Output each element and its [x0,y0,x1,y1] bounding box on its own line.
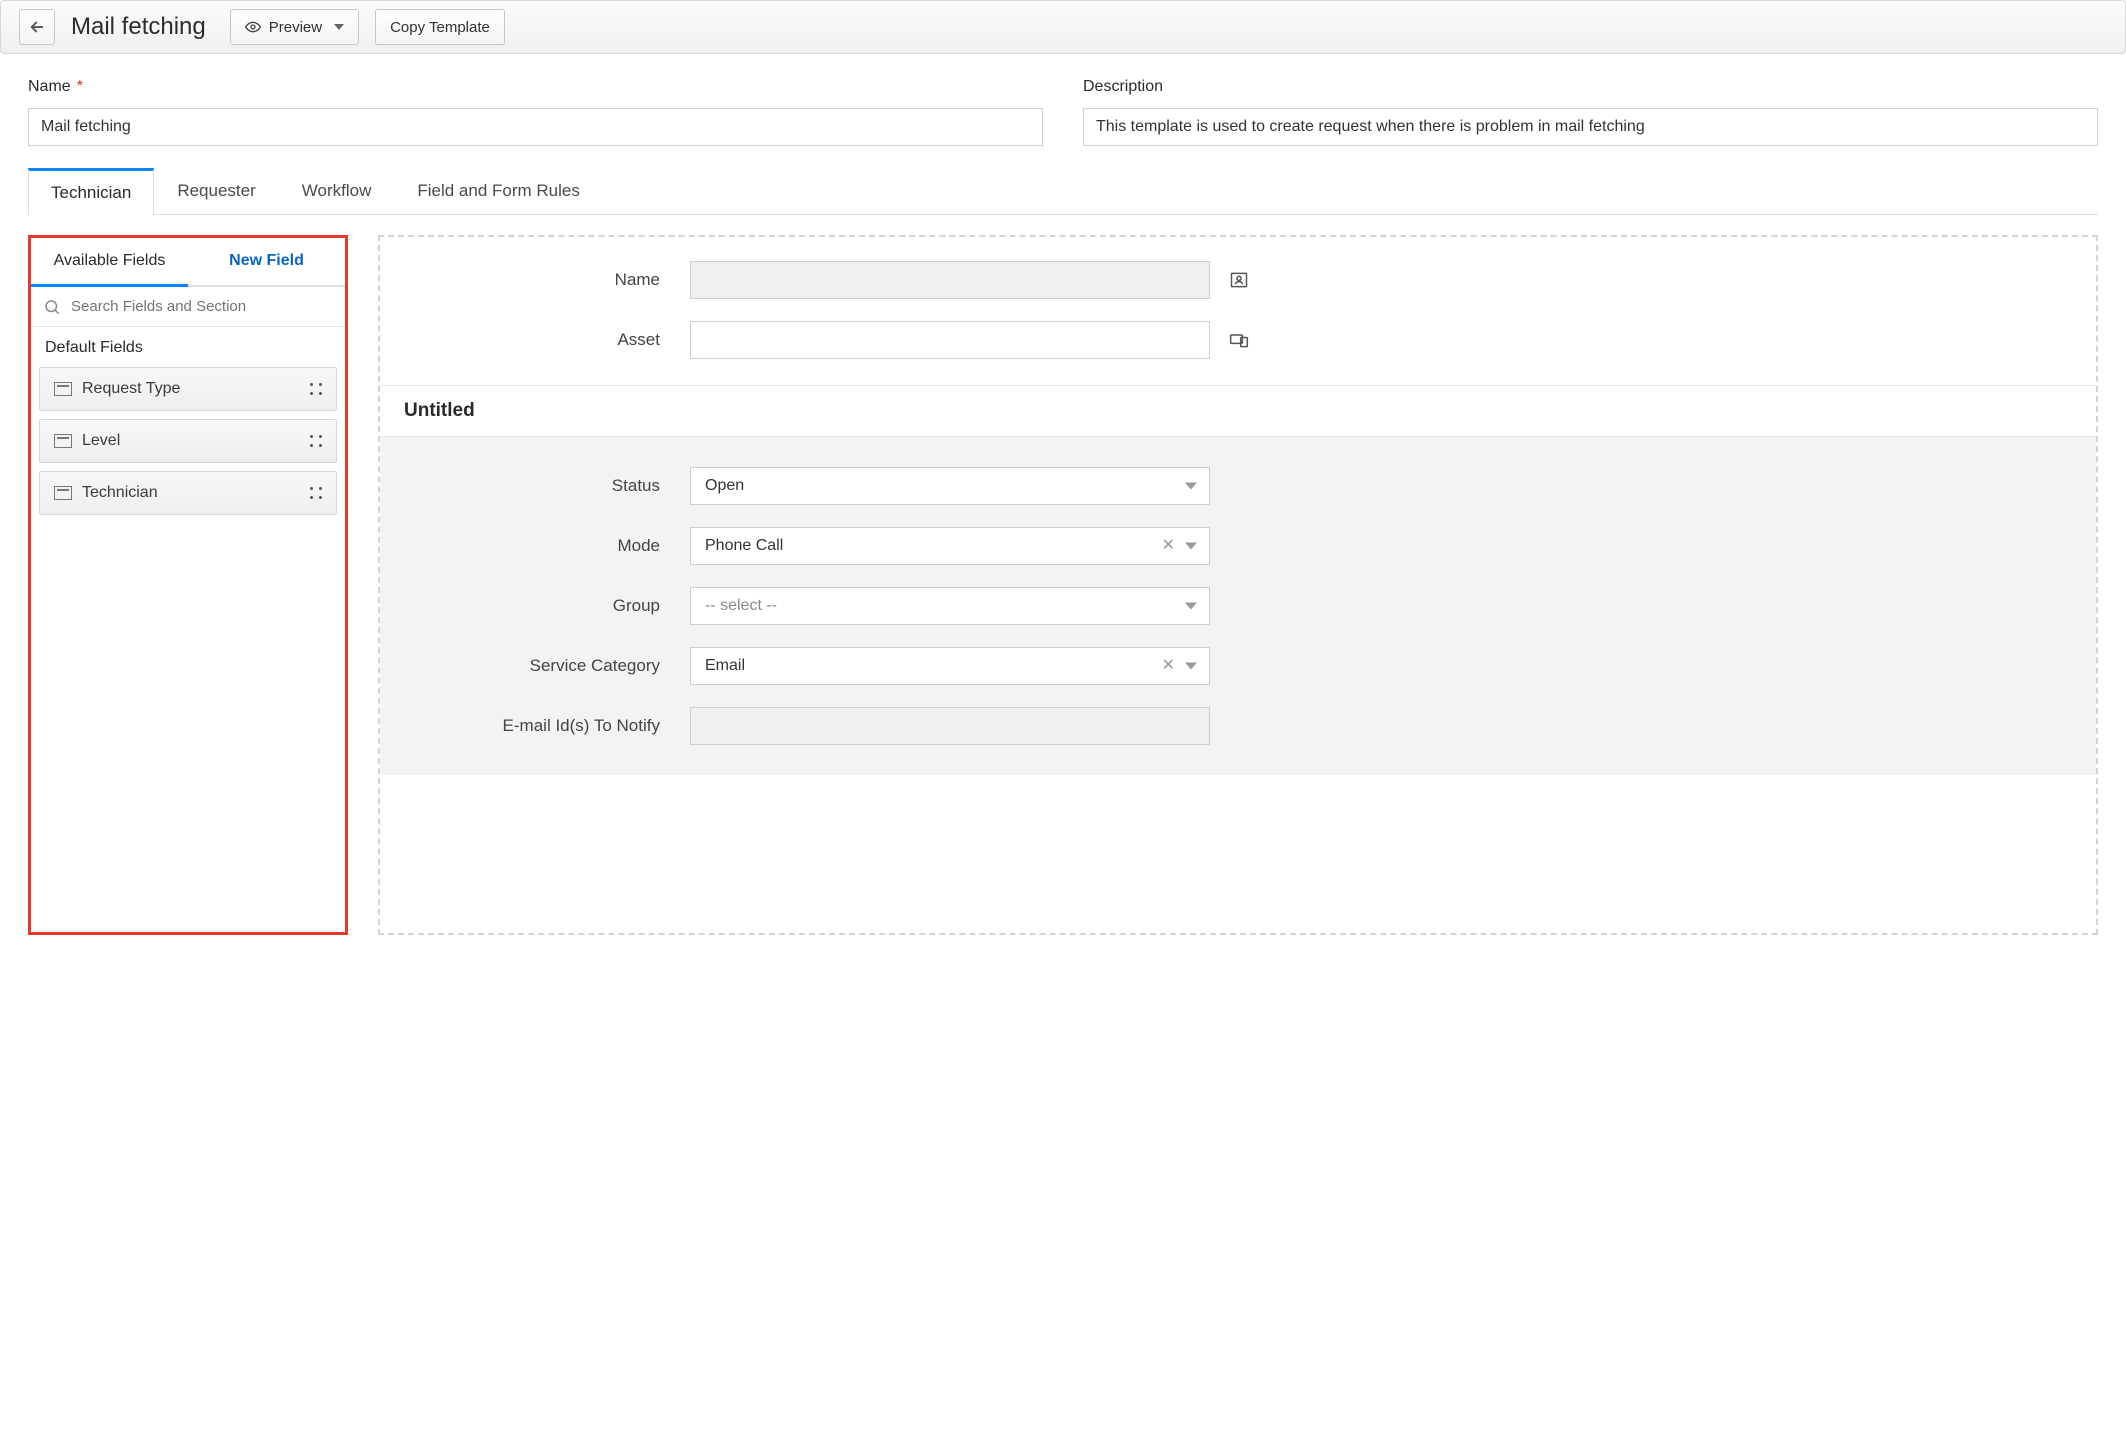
pick-asset-button[interactable] [1226,327,1252,353]
tab-workflow[interactable]: Workflow [279,168,395,214]
copy-template-label: Copy Template [390,19,490,36]
arrow-left-icon [28,18,46,36]
email-notify-input[interactable] [690,707,1210,745]
mode-label: Mode [410,536,690,556]
tab-requester[interactable]: Requester [154,168,278,214]
canvas-asset-label: Asset [410,330,690,350]
name-field-block: Name* [28,78,1043,146]
user-card-icon [1229,270,1249,290]
drag-handle-icon[interactable] [310,487,322,499]
canvas-name-input[interactable] [690,261,1210,299]
side-tab-new-field[interactable]: New Field [188,238,345,287]
section-title: Untitled [380,385,2096,437]
field-level[interactable]: Level [39,419,337,463]
service-category-label: Service Category [410,656,690,676]
tab-technician[interactable]: Technician [28,168,154,215]
canvas-name-label: Name [410,270,690,290]
preview-button[interactable]: Preview [230,9,359,45]
canvas-asset-input[interactable] [690,321,1210,359]
default-fields-list: Request Type Level Technician [31,367,345,527]
preview-label: Preview [269,19,322,36]
name-input[interactable] [28,108,1043,146]
group-select[interactable]: -- select -- [690,587,1210,625]
service-category-select[interactable]: Email ✕ [690,647,1210,685]
field-request-type[interactable]: Request Type [39,367,337,411]
description-field-block: Description [1083,78,2098,146]
group-label: Group [410,596,690,616]
field-type-icon [54,434,72,448]
clear-icon[interactable]: ✕ [1162,538,1175,554]
name-label: Name* [28,78,1043,96]
main-tabs: Technician Requester Workflow Field and … [28,168,2098,215]
mode-select[interactable]: Phone Call ✕ [690,527,1210,565]
search-icon [43,298,61,316]
field-search-input[interactable] [69,297,333,316]
description-label: Description [1083,78,2098,96]
devices-icon [1229,330,1249,350]
toolbar: Mail fetching Preview Copy Template [0,0,2126,54]
chevron-down-icon [1185,663,1197,670]
required-star: * [77,78,83,95]
chevron-down-icon [334,24,344,30]
field-search-row [31,287,345,327]
back-button[interactable] [19,9,55,45]
section-body: Status Open Mode Phone Call ✕ [380,437,2096,775]
side-tab-available[interactable]: Available Fields [31,238,188,287]
copy-template-button[interactable]: Copy Template [375,9,505,45]
chevron-down-icon [1185,483,1197,490]
eye-icon [245,19,261,35]
page-title: Mail fetching [71,13,206,41]
drag-handle-icon[interactable] [310,435,322,447]
status-select[interactable]: Open [690,467,1210,505]
drag-handle-icon[interactable] [310,383,322,395]
field-type-icon [54,382,72,396]
tab-field-form-rules[interactable]: Field and Form Rules [394,168,603,214]
status-label: Status [410,476,690,496]
field-technician[interactable]: Technician [39,471,337,515]
email-notify-label: E-mail Id(s) To Notify [410,716,690,736]
chevron-down-icon [1185,603,1197,610]
chevron-down-icon [1185,543,1197,550]
clear-icon[interactable]: ✕ [1162,658,1175,674]
pick-user-button[interactable] [1226,267,1252,293]
field-type-icon [54,486,72,500]
default-fields-heading: Default Fields [31,327,345,367]
description-input[interactable] [1083,108,2098,146]
fields-panel: Available Fields New Field Default Field… [28,235,348,935]
form-canvas: Name Asset Untitled Status [378,235,2098,935]
